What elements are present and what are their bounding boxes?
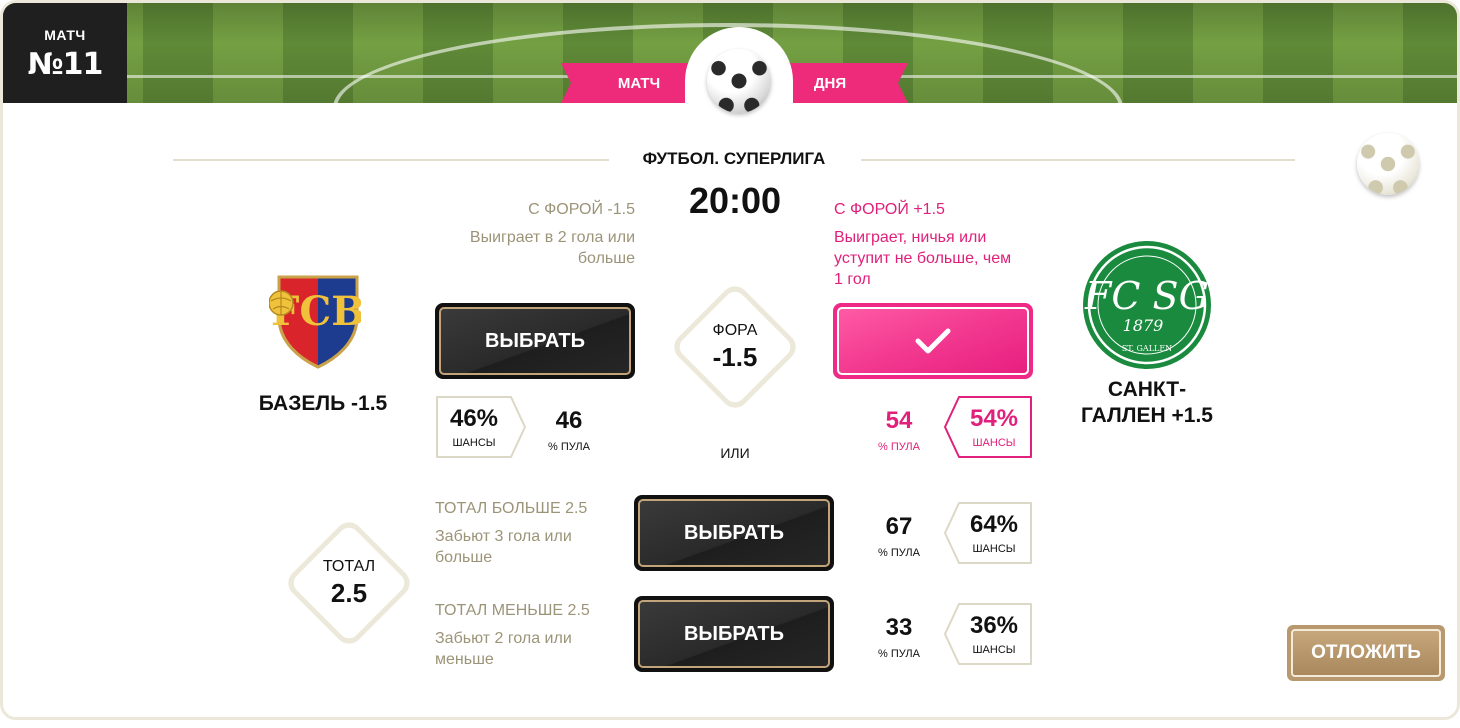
away-team-line: САНКТ-	[1107, 378, 1187, 401]
handicap-right-title: С ФОРОЙ +1.5	[834, 201, 945, 218]
postpone-button-label: ОТЛОЖИТЬ	[1291, 629, 1441, 677]
pool-label: % ПУЛА	[878, 441, 920, 453]
chance-badge-right: 54% ШАНСЫ	[943, 395, 1033, 459]
pool-value: 54	[885, 407, 913, 434]
total-over-title: ТОТАЛ БОЛЬШЕ 2.5	[435, 500, 588, 517]
total-over-desc-line: Забьют 3 гола или	[435, 528, 572, 545]
match-label: МАТЧ	[44, 27, 86, 43]
handicap-left-desc: Выиграет в 2 гола или больше	[403, 227, 635, 269]
home-team-name: БАЗЕЛЬ -1.5	[243, 391, 403, 417]
chance-badge-total-over: 64% ШАНСЫ	[943, 501, 1033, 565]
total-value: 2.5	[330, 577, 368, 608]
chance-label: ШАНСЫ	[972, 543, 1016, 555]
pool-value: 33	[885, 614, 913, 641]
handicap-right-desc-line: уступит не больше, чем	[834, 250, 1012, 267]
handicap-left-desc-line: больше	[577, 250, 635, 267]
chance-label: ШАНСЫ	[972, 437, 1016, 449]
total-label: ТОТАЛ	[322, 557, 376, 575]
soccer-ball-icon	[707, 49, 771, 113]
match-card: МАТЧ №11 МАТЧ ДНЯ ФУТБОЛ. СУПЕРЛИГА 20:0…	[0, 0, 1460, 720]
basel-logo: FCB	[269, 275, 361, 369]
choose-button-label: ВЫБРАТЬ	[439, 307, 631, 375]
or-separator: ИЛИ	[720, 445, 750, 461]
st-gallen-logo-year: 1879	[1123, 316, 1164, 335]
chance-value: 54%	[969, 405, 1019, 432]
total-over-desc-line: больше	[435, 549, 493, 566]
pool-total-under: 33 % ПУЛА	[859, 614, 939, 660]
st-gallen-logo-text: FC SG	[1084, 274, 1209, 318]
chance-value: 36%	[969, 612, 1019, 639]
total-under-desc-line: Забьют 2 гола или	[435, 630, 572, 647]
away-team-name: САНКТ- ГАЛЛЕН +1.5	[1067, 377, 1227, 429]
pool-value: 46	[555, 407, 583, 434]
pool-label: % ПУЛА	[548, 441, 590, 453]
checkmark-icon	[915, 328, 951, 354]
choose-total-under-button[interactable]: ВЫБРАТЬ	[634, 596, 834, 672]
pool-label: % ПУЛА	[878, 547, 920, 559]
match-number-badge: МАТЧ №11	[3, 3, 127, 103]
postpone-button[interactable]: ОТЛОЖИТЬ	[1287, 625, 1445, 681]
handicap-right-desc-line: 1 гол	[834, 271, 871, 288]
total-over-desc: Забьют 3 гола или больше	[435, 526, 625, 568]
chance-badge-left: 46% ШАНСЫ	[435, 395, 526, 459]
choose-total-over-button[interactable]: ВЫБРАТЬ	[634, 495, 834, 571]
total-under-desc-line: меньше	[435, 651, 494, 668]
total-diamond: ТОТАЛ 2.5	[282, 516, 416, 650]
home-team-line: БАЗЕЛЬ -1.5	[258, 392, 388, 415]
pool-right: 54 % ПУЛА	[859, 407, 939, 453]
handicap-label: ФОРА	[712, 321, 758, 339]
total-under-desc: Забьют 2 гола или меньше	[435, 628, 625, 670]
soccer-ball-icon	[1357, 133, 1419, 195]
choose-handicap-left-button[interactable]: ВЫБРАТЬ	[435, 303, 635, 379]
league-title: ФУТБОЛ. СУПЕРЛИГА	[642, 149, 826, 168]
choose-button-label: ВЫБРАТЬ	[638, 600, 830, 668]
choose-button-label: ВЫБРАТЬ	[638, 499, 830, 567]
handicap-value: -1.5	[712, 341, 758, 372]
match-time: 20:00	[688, 180, 782, 221]
chance-label: ШАНСЫ	[452, 437, 496, 449]
handicap-right-desc-line: Выиграет, ничья или	[834, 229, 987, 246]
chance-value: 64%	[969, 511, 1019, 538]
pool-left: 46 % ПУЛА	[529, 407, 609, 453]
st-gallen-logo-city: ST. GALLEN	[1122, 344, 1172, 353]
pool-total-over: 67 % ПУЛА	[859, 513, 939, 559]
divider-left	[173, 159, 609, 161]
handicap-right-desc: Выиграет, ничья или уступит не больше, ч…	[834, 227, 1054, 290]
handicap-diamond: ФОРА -1.5	[668, 280, 802, 414]
away-team-line: ГАЛЛЕН +1.5	[1081, 404, 1213, 427]
divider-right	[861, 159, 1295, 161]
chance-badge-total-under: 36% ШАНСЫ	[943, 602, 1033, 666]
chance-label: ШАНСЫ	[972, 644, 1016, 656]
handicap-left-desc-line: Выиграет в 2 гола или	[469, 229, 635, 246]
match-number: №11	[27, 47, 104, 82]
pool-label: % ПУЛА	[878, 648, 920, 660]
handicap-left-title: С ФОРОЙ -1.5	[528, 201, 635, 218]
selected-handicap-right-button[interactable]	[833, 303, 1033, 379]
total-under-title: ТОТАЛ МЕНЬШЕ 2.5	[435, 602, 590, 619]
pool-value: 67	[885, 513, 913, 540]
chance-value: 46%	[449, 405, 499, 432]
st-gallen-logo: FC SG 1879 ST. GALLEN	[1083, 241, 1211, 369]
